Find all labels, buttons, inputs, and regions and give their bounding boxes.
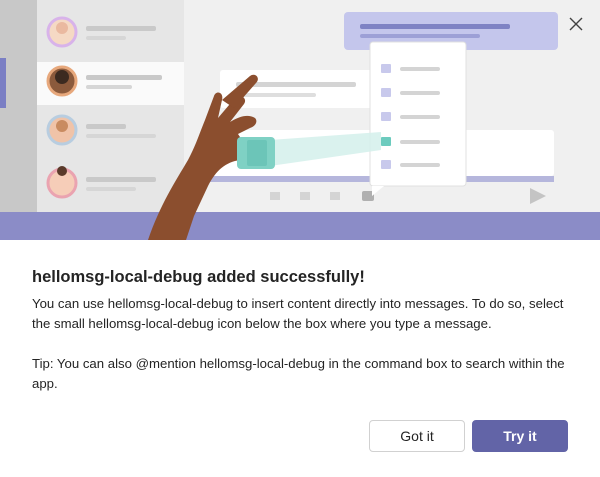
dialog-content: hellomsg-local-debug added successfully!… <box>32 266 572 394</box>
dialog-description: You can use hellomsg-local-debug to inse… <box>32 296 564 331</box>
try-it-button[interactable]: Try it <box>472 420 568 452</box>
dialog-actions: Got it Try it <box>369 420 568 452</box>
got-it-button[interactable]: Got it <box>369 420 465 452</box>
dialog-title: hellomsg-local-debug added successfully! <box>32 268 365 286</box>
hero-illustration <box>0 0 600 240</box>
close-button[interactable] <box>564 12 588 36</box>
dialog-tip: Tip: You can also @mention hellomsg-loca… <box>32 356 565 391</box>
close-icon <box>569 17 583 31</box>
